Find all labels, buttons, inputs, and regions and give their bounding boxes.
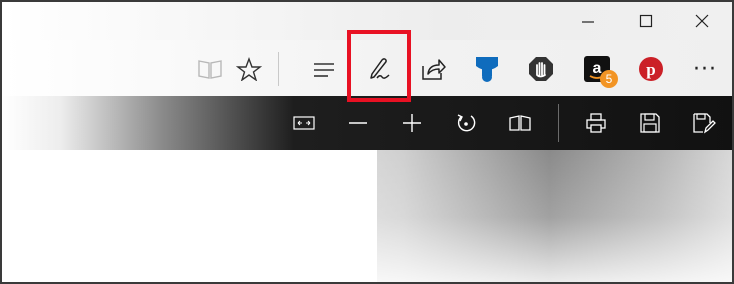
save-button[interactable] (634, 109, 666, 137)
close-icon (695, 14, 709, 28)
zoom-in-icon (403, 114, 421, 132)
maximize-button[interactable] (626, 8, 666, 34)
maximize-icon (639, 14, 653, 28)
page-layout-icon (509, 115, 531, 131)
browser-window: a p ··· 5 (0, 0, 734, 284)
adblock-button[interactable] (523, 52, 559, 86)
extension-ribbon-icon (476, 57, 498, 82)
fit-width-icon (293, 116, 315, 130)
page-layout-button[interactable] (504, 109, 536, 137)
save-as-icon (693, 113, 716, 134)
pinterest-icon: p (639, 57, 663, 81)
save-icon (640, 113, 660, 133)
pdf-page (2, 150, 377, 282)
minimize-icon (582, 21, 594, 23)
amazon-badge: 5 (600, 70, 618, 88)
share-button[interactable] (415, 52, 451, 86)
reading-view-button[interactable] (192, 52, 228, 86)
hub-button[interactable] (306, 52, 342, 86)
zoom-out-button[interactable] (342, 109, 374, 137)
reading-view-icon (198, 60, 222, 79)
zoom-out-icon (349, 122, 367, 124)
hub-icon (314, 63, 334, 77)
rotate-button[interactable] (450, 109, 482, 137)
zoom-in-button[interactable] (396, 109, 428, 137)
rotate-icon (457, 114, 476, 132)
favorite-button[interactable] (231, 52, 267, 86)
print-icon (586, 113, 606, 133)
svg-text:p: p (646, 60, 655, 79)
extension-ribbon-button[interactable] (469, 52, 505, 86)
print-button[interactable] (580, 109, 612, 137)
fit-width-button[interactable] (288, 109, 320, 137)
save-as-button[interactable] (688, 109, 720, 137)
pdf-toolbar (2, 96, 732, 150)
more-button[interactable]: ··· (687, 52, 723, 86)
share-icon (422, 59, 446, 80)
close-button[interactable] (682, 8, 722, 34)
toolbar-divider (278, 52, 279, 86)
adblock-hand-icon (529, 57, 553, 81)
pdf-toolbar-divider (558, 104, 559, 142)
highlight-box (347, 30, 411, 102)
pinterest-button[interactable]: p (633, 52, 669, 86)
minimize-button[interactable] (568, 8, 608, 34)
favorite-star-icon (236, 57, 262, 81)
more-icon: ··· (693, 56, 717, 82)
